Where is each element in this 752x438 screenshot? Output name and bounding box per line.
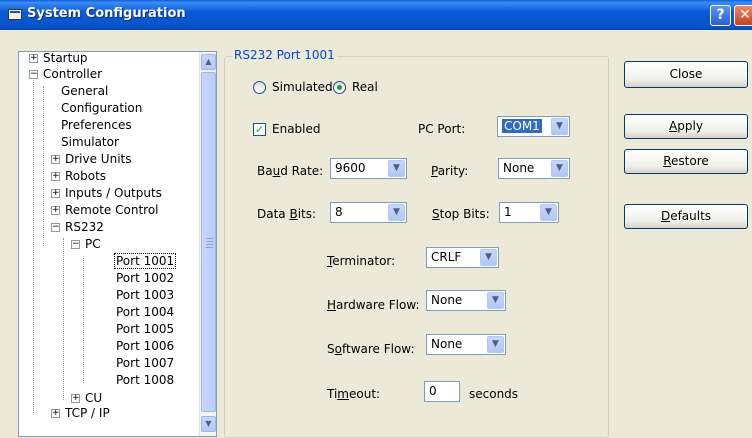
port-settings-group	[224, 56, 609, 438]
apply-button[interactable]: Apply	[624, 114, 748, 139]
scroll-up-icon[interactable]: ▲	[201, 54, 216, 70]
app-icon	[8, 9, 22, 20]
tree-item-port-1003[interactable]: Port 1003	[116, 287, 174, 304]
title-bar[interactable]: System Configuration ? ✕	[0, 0, 752, 30]
baud-rate-select[interactable]: 9600 ▼	[330, 158, 407, 179]
stop-bits-select[interactable]: 1 ▼	[499, 202, 559, 223]
terminator-select[interactable]: CRLF ▼	[426, 247, 499, 268]
enabled-label: Enabled	[272, 122, 321, 136]
data-bits-select[interactable]: 8 ▼	[330, 202, 407, 223]
collapse-icon[interactable]: −	[51, 223, 60, 232]
chevron-down-icon[interactable]: ▼	[540, 204, 557, 221]
tree-item-preferences[interactable]: Preferences	[61, 117, 132, 134]
tree-item-inputs-outputs[interactable]: + Inputs / Outputs	[51, 185, 162, 202]
expand-icon[interactable]: +	[71, 394, 80, 403]
parity-select[interactable]: None ▼	[498, 158, 570, 179]
tree-item-port-1004[interactable]: Port 1004	[116, 304, 174, 321]
tree-item-pc[interactable]: − PC	[71, 236, 101, 253]
real-label: Real	[352, 80, 378, 94]
hardware-flow-label: Hardware Flow:	[327, 298, 420, 312]
software-flow-label: Software Flow:	[327, 342, 415, 356]
timeout-unit: seconds	[469, 387, 519, 401]
timeout-input[interactable]: 0	[424, 381, 460, 402]
chevron-down-icon[interactable]: ▼	[551, 118, 568, 135]
tree-item-drive-units[interactable]: + Drive Units	[51, 151, 132, 168]
help-button[interactable]: ?	[710, 5, 731, 26]
restore-button[interactable]: Restore	[624, 149, 748, 174]
scroll-thumb[interactable]	[201, 72, 216, 412]
enabled-checkbox[interactable]: ✓	[253, 123, 266, 136]
software-flow-select[interactable]: None ▼	[426, 334, 506, 355]
simulated-label: Simulated	[272, 80, 333, 94]
terminator-label: Terminator:	[327, 254, 396, 268]
timeout-label: Timeout:	[327, 387, 381, 401]
chevron-down-icon[interactable]: ▼	[388, 160, 405, 177]
tree-connector	[83, 256, 84, 383]
collapse-icon[interactable]: −	[29, 70, 38, 79]
expand-icon[interactable]: +	[51, 206, 60, 215]
simulated-radio[interactable]	[253, 81, 266, 94]
chevron-down-icon[interactable]: ▼	[551, 160, 568, 177]
chevron-down-icon[interactable]: ▼	[487, 292, 504, 309]
tree-item-port-1001[interactable]: Port 1001	[113, 253, 177, 270]
tree-item-port-1008[interactable]: Port 1008	[116, 372, 174, 389]
close-window-button[interactable]: ✕	[734, 5, 752, 26]
real-radio[interactable]	[333, 81, 346, 94]
expand-icon[interactable]: +	[51, 172, 60, 181]
close-button[interactable]: Close	[624, 61, 748, 88]
window-title: System Configuration	[27, 6, 186, 21]
pc-port-label: PC Port:	[418, 122, 466, 136]
tree-item-tcp-ip[interactable]: + TCP / IP	[51, 405, 110, 422]
expand-icon[interactable]: +	[29, 54, 38, 63]
expand-icon[interactable]: +	[51, 409, 60, 418]
expand-icon[interactable]: +	[51, 155, 60, 164]
tree-item-port-1005[interactable]: Port 1005	[116, 321, 174, 338]
tree-item-remote-control[interactable]: + Remote Control	[51, 202, 159, 219]
tree-item-simulator[interactable]: Simulator	[61, 134, 119, 151]
tree-connector	[43, 86, 44, 246]
expand-icon[interactable]: +	[51, 189, 60, 198]
tree-item-robots[interactable]: + Robots	[51, 168, 106, 185]
chevron-down-icon[interactable]: ▼	[480, 249, 497, 266]
tree-item-controller[interactable]: − Controller	[29, 66, 102, 83]
configuration-tree[interactable]: + Startup − Controller General Configura…	[18, 51, 217, 437]
group-title: RS232 Port 1001	[232, 48, 337, 62]
pc-port-select[interactable]: COM1 ▼	[497, 116, 570, 137]
tree-item-port-1002[interactable]: Port 1002	[116, 270, 174, 287]
hardware-flow-select[interactable]: None ▼	[426, 290, 506, 311]
tree-connector	[33, 78, 34, 413]
tree-item-configuration[interactable]: Configuration	[61, 100, 142, 117]
tree-item-port-1007[interactable]: Port 1007	[116, 355, 174, 372]
scroll-down-icon[interactable]: ▼	[201, 416, 216, 432]
data-bits-label: Data Bits:	[257, 207, 317, 221]
system-configuration-window: System Configuration ? ✕ + Startup − Con…	[0, 0, 752, 438]
chevron-down-icon[interactable]: ▼	[487, 336, 504, 353]
tree-item-startup[interactable]: + Startup	[29, 52, 88, 67]
baud-rate-label: Baud Rate:	[257, 164, 324, 178]
parity-label: Parity:	[431, 164, 469, 178]
tree-connector	[63, 238, 64, 400]
tree-scrollbar[interactable]: ▲ ▼	[199, 52, 216, 436]
tree-item-rs232[interactable]: − RS232	[51, 219, 104, 236]
defaults-button[interactable]: Defaults	[624, 204, 748, 229]
tree-item-general[interactable]: General	[61, 83, 108, 100]
tree-item-port-1006[interactable]: Port 1006	[116, 338, 174, 355]
collapse-icon[interactable]: −	[71, 240, 80, 249]
stop-bits-label: Stop Bits:	[432, 207, 490, 221]
chevron-down-icon[interactable]: ▼	[388, 204, 405, 221]
